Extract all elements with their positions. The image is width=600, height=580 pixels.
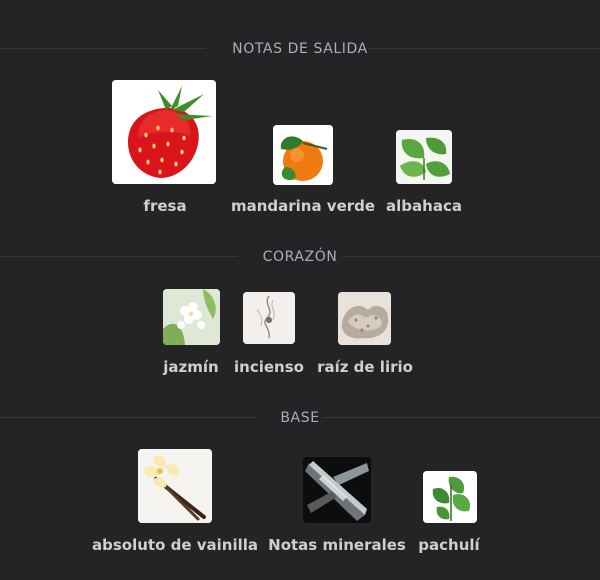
mandarin-icon[interactable] xyxy=(273,125,333,185)
fragrance-notes-panel: NOTAS DE SALIDA fresa mandarina verde al… xyxy=(0,0,600,580)
note-label: fresa xyxy=(143,197,187,215)
vanilla-icon[interactable] xyxy=(138,449,212,523)
note-label: absoluto de vainilla xyxy=(91,536,259,554)
incense-icon[interactable] xyxy=(243,292,295,344)
note-label: mandarina verde xyxy=(230,197,376,215)
note-label: pachulí xyxy=(418,536,480,554)
jasmine-icon[interactable] xyxy=(163,289,220,345)
note-label: Notas minerales xyxy=(268,536,406,554)
note-label: albahaca xyxy=(386,197,462,215)
section-title: BASE xyxy=(280,410,320,426)
section-title: CORAZÓN xyxy=(262,249,338,265)
section-header-top-notes: NOTAS DE SALIDA xyxy=(0,39,600,59)
section-header-base-notes: BASE xyxy=(0,408,600,428)
minerals-icon[interactable] xyxy=(303,457,371,523)
section-header-heart-notes: CORAZÓN xyxy=(0,247,600,267)
note-label: incienso xyxy=(234,358,304,376)
orris-root-icon[interactable] xyxy=(338,292,391,345)
basil-icon[interactable] xyxy=(396,130,452,184)
note-label: jazmín xyxy=(163,358,219,376)
strawberry-icon[interactable] xyxy=(112,80,216,184)
patchouli-icon[interactable] xyxy=(423,471,477,523)
note-label: raíz de lirio xyxy=(317,358,413,376)
section-title: NOTAS DE SALIDA xyxy=(232,41,368,57)
